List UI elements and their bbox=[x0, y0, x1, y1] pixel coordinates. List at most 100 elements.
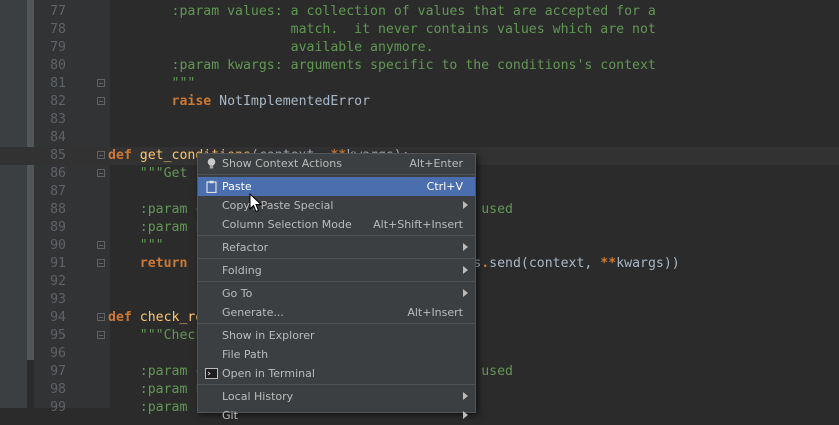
fold-marker-icon[interactable] bbox=[97, 169, 105, 177]
menu-item-refactor[interactable]: Refactor bbox=[198, 238, 475, 257]
fold-marker-icon[interactable] bbox=[97, 313, 105, 321]
menu-item-go-to[interactable]: Go To bbox=[198, 284, 475, 303]
line-number: 97 bbox=[50, 364, 66, 379]
code-line[interactable]: 80 :param kwargs: arguments specific to … bbox=[0, 57, 839, 75]
fold-marker-icon[interactable] bbox=[97, 79, 105, 87]
code-line[interactable]: 78 match. it never contains values which… bbox=[0, 21, 839, 39]
editor-context-menu: Show Context Actions Alt+Enter Paste Ctrl+V… bbox=[197, 153, 476, 422]
code-token: . bbox=[481, 256, 490, 271]
code-line[interactable]: 81 """ bbox=[0, 75, 839, 93]
menu-item-git[interactable]: Git bbox=[198, 406, 475, 425]
line-number: 82 bbox=[50, 94, 66, 109]
menu-item-open-in-terminal[interactable]: Open in Terminal bbox=[198, 364, 475, 383]
fold-marker-icon[interactable] bbox=[97, 241, 105, 249]
line-number: 88 bbox=[50, 202, 66, 217]
menu-item-shortcut: Alt+Enter bbox=[409, 157, 463, 170]
line-number: 92 bbox=[50, 274, 66, 289]
code-line[interactable]: 79 available anymore. bbox=[0, 39, 839, 57]
menu-item-label: Show in Explorer bbox=[222, 329, 315, 342]
line-number: 83 bbox=[50, 112, 66, 127]
menu-item-local-history[interactable]: Local History bbox=[198, 387, 475, 406]
code-token: check_re bbox=[139, 310, 204, 325]
fold-marker-icon[interactable] bbox=[97, 259, 105, 267]
line-number: 96 bbox=[50, 346, 66, 361]
code-token: """Check bbox=[139, 328, 204, 343]
code-token: """Get bbox=[139, 166, 188, 181]
submenu-arrow-icon bbox=[463, 392, 468, 400]
menu-item-shortcut: Alt+Shift+Insert bbox=[373, 218, 463, 231]
code-line[interactable]: 84 bbox=[0, 129, 839, 147]
code-text: :param k bbox=[108, 381, 204, 399]
menu-item-label: Local History bbox=[222, 390, 294, 403]
menu-item-label: Show Context Actions bbox=[222, 157, 342, 170]
menu-item-file-path[interactable]: File Path bbox=[198, 345, 475, 364]
line-number: 87 bbox=[50, 184, 66, 199]
code-text: raise NotImplementedError bbox=[108, 93, 371, 111]
line-number: 84 bbox=[50, 130, 66, 145]
code-token: :param kwargs: arguments specific to the… bbox=[171, 58, 656, 73]
menu-item-label: Column Selection Mode bbox=[222, 218, 352, 231]
line-number: 89 bbox=[50, 220, 66, 235]
menu-item-label: Copy / Paste Special bbox=[222, 199, 334, 212]
fold-marker-icon[interactable] bbox=[97, 151, 105, 159]
code-token: def bbox=[108, 310, 140, 325]
code-token: :param k bbox=[139, 220, 204, 235]
clipboard-icon bbox=[205, 180, 218, 194]
code-token: ** bbox=[600, 256, 617, 271]
menu-item-folding[interactable]: Folding bbox=[198, 261, 475, 280]
menu-item-label: Go To bbox=[222, 287, 253, 300]
code-token: NotImplementedError bbox=[219, 94, 371, 109]
menu-item-show-context-actions[interactable]: Show Context Actions Alt+Enter bbox=[198, 154, 475, 173]
code-text: :param values: a collection of values th… bbox=[108, 3, 656, 21]
menu-item-paste[interactable]: Paste Ctrl+V bbox=[198, 177, 475, 196]
line-number: 79 bbox=[50, 40, 66, 55]
code-token: available anymore. bbox=[290, 40, 434, 55]
code-line[interactable]: 83 bbox=[0, 111, 839, 129]
menu-item-column-selection-mode[interactable]: Column Selection Mode Alt+Shift+Insert bbox=[198, 215, 475, 234]
code-line[interactable]: 82 raise NotImplementedError bbox=[0, 93, 839, 111]
line-number: 98 bbox=[50, 382, 66, 397]
submenu-arrow-icon bbox=[463, 289, 468, 297]
menu-item-label: Open in Terminal bbox=[222, 367, 315, 380]
fold-marker-icon[interactable] bbox=[97, 97, 105, 105]
fold-marker-icon[interactable] bbox=[97, 331, 105, 339]
menu-item-shortcut: Ctrl+V bbox=[426, 180, 463, 193]
submenu-arrow-icon bbox=[463, 201, 468, 209]
line-number: 91 bbox=[50, 256, 66, 271]
line-number: 81 bbox=[50, 76, 66, 91]
code-text: """Check bbox=[108, 327, 204, 345]
mouse-pointer-icon bbox=[249, 193, 263, 213]
menu-separator bbox=[198, 174, 475, 175]
code-text: """ bbox=[108, 75, 196, 93]
line-number: 95 bbox=[50, 328, 66, 343]
menu-item-copy-paste-special[interactable]: Copy / Paste Special bbox=[198, 196, 475, 215]
submenu-arrow-icon bbox=[463, 243, 468, 251]
code-token: kwargs)) bbox=[616, 256, 680, 271]
line-number: 80 bbox=[50, 58, 66, 73]
menu-separator bbox=[198, 323, 475, 324]
code-text: :param kwargs: arguments specific to the… bbox=[108, 57, 656, 75]
code-token: """ bbox=[171, 76, 196, 91]
line-number: 85 bbox=[50, 148, 66, 163]
submenu-arrow-icon bbox=[463, 411, 468, 419]
menu-item-label: File Path bbox=[222, 348, 269, 361]
line-number: 99 bbox=[50, 400, 66, 415]
code-token: send(context, bbox=[489, 256, 601, 271]
code-token: :param values: a collection of values th… bbox=[171, 4, 656, 19]
line-number: 78 bbox=[50, 22, 66, 37]
menu-item-generate[interactable]: Generate... Alt+Insert bbox=[198, 303, 475, 322]
submenu-arrow-icon bbox=[463, 266, 468, 274]
menu-item-show-in-explorer[interactable]: Show in Explorer bbox=[198, 326, 475, 345]
menu-separator bbox=[198, 258, 475, 259]
code-line[interactable]: 77 :param values: a collection of values… bbox=[0, 3, 839, 21]
code-token: :param c bbox=[139, 202, 204, 217]
